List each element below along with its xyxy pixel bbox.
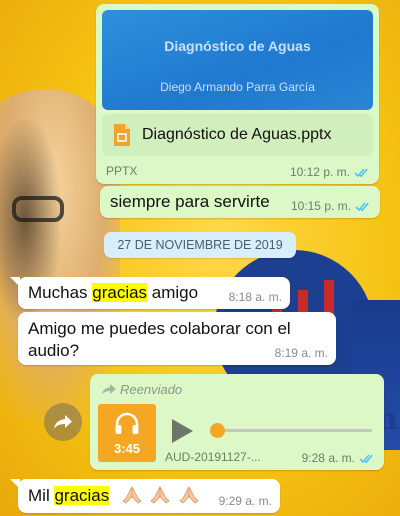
praying-hands-icon (150, 486, 171, 504)
date-divider: 27 DE NOVIEMBRE DE 2019 (104, 232, 296, 258)
forwarded-icon (102, 384, 116, 395)
message-time: 9:29 a. m. (218, 494, 272, 508)
preview-title: Diagnóstico de Aguas (164, 38, 311, 54)
audio-thumbnail: 3:45 (98, 404, 156, 462)
play-icon[interactable] (170, 418, 194, 444)
message-time: 10:12 p. m. (289, 165, 350, 179)
audio-file-name: AUD-20191127-... (165, 450, 261, 464)
headphones-icon (115, 412, 139, 434)
file-message[interactable]: Diagnóstico de Aguas Diego Armando Parra… (96, 4, 379, 184)
message-meta: 9:28 a. m. (302, 451, 376, 465)
praying-hands-icon (122, 486, 142, 504)
message-text-line1: Amigo me puedes colaborar con el (28, 319, 291, 338)
message-meta: 10:12 p. m. (290, 165, 371, 179)
file-attachment[interactable]: Diagnóstico de Aguas.pptx (102, 114, 373, 156)
message-incoming[interactable]: Amigo me puedes colaborar con el audio? … (18, 312, 336, 365)
praying-hands-emoji-group (118, 486, 199, 506)
message-meta: 10:15 p. m. (291, 199, 372, 213)
pptx-file-icon (112, 123, 132, 147)
audio-duration: 3:45 (113, 441, 141, 456)
forwarded-label: Reenviado (102, 382, 182, 397)
message-text: Mil gracias (28, 486, 110, 505)
message-incoming[interactable]: Mil gracias 9:29 a. m. (10, 479, 280, 513)
highlighted-word: gracias (54, 486, 110, 505)
message-text: Muchas gracias amigo (28, 283, 199, 302)
file-name: Diagnóstico de Aguas.pptx (142, 126, 332, 143)
message-time: 8:19 a. m. (274, 346, 328, 360)
message-time: 10:15 p. m. (290, 199, 351, 213)
audio-message[interactable]: Reenviado 3:45 AUD-20191127-... 9:28 a. … (90, 374, 384, 470)
read-ticks-icon (354, 167, 368, 177)
read-ticks-icon (355, 201, 369, 211)
message-incoming[interactable]: Muchas gracias amigo 8:18 a. m. (10, 277, 290, 309)
preview-author: Diego Armando Parra García (160, 80, 315, 94)
praying-hands-icon (179, 486, 199, 504)
message-text-line2: audio? (28, 341, 80, 360)
audio-seek-bar[interactable] (216, 429, 372, 432)
message-time: 8:18 a. m. (228, 290, 282, 304)
file-type: PPTX (106, 164, 138, 178)
forward-icon (54, 415, 72, 429)
forward-button[interactable] (44, 403, 82, 441)
highlighted-word: gracias (92, 283, 148, 302)
message-text: siempre para servirte (110, 192, 270, 211)
document-preview[interactable]: Diagnóstico de Aguas Diego Armando Parra… (102, 10, 373, 110)
message-time: 9:28 a. m. (301, 451, 355, 465)
message-outgoing[interactable]: siempre para servirte 10:15 p. m. (100, 186, 380, 218)
read-ticks-icon (359, 453, 373, 463)
audio-seek-handle[interactable] (210, 423, 225, 438)
